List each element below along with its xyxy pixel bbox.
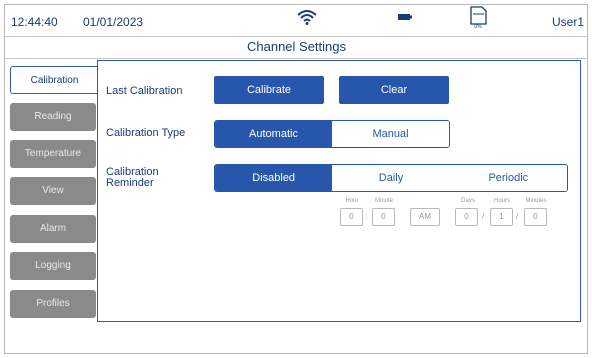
calibrate-button[interactable]: Calibrate [214,76,324,104]
page-title: Channel Settings [5,36,588,59]
hours-label: Hours [493,198,510,204]
ampm-field[interactable]: AM [410,208,440,226]
hour-label: Hour [345,198,359,204]
reminder-daily[interactable]: Daily [332,165,450,191]
clock-date: 01/01/2023 [83,15,144,29]
user-name[interactable]: User1 [552,15,584,29]
tab-profiles[interactable]: Profiles [10,290,96,318]
tab-logging[interactable]: Logging [10,252,96,280]
calibration-reminder-label-line2: Reminder [106,177,154,189]
calibration-type-manual[interactable]: Manual [332,121,449,147]
battery-icon [398,14,412,20]
calibration-type-label: Calibration Type [106,127,186,139]
tab-reading[interactable]: Reading [10,103,96,131]
calibration-type-automatic[interactable]: Automatic [215,121,332,147]
last-calibration-label: Last Calibration [106,85,183,97]
minutes-field[interactable]: 0 [524,208,547,226]
minute-field[interactable]: 0 [372,208,395,226]
hours-field[interactable]: 1 [490,208,513,226]
tab-calibration[interactable]: Calibration [10,66,98,94]
tab-view[interactable]: View [10,177,96,205]
calibration-type-toggle: Automatic Manual [214,120,450,148]
sd-card-icon [470,6,487,25]
tab-temperature[interactable]: Temperature [10,140,96,168]
minute-label: Minute [374,198,393,204]
calibration-reminder-toggle: Disabled Daily Periodic [214,164,568,192]
reminder-periodic[interactable]: Periodic [449,165,567,191]
hour-field[interactable]: 0 [340,208,363,226]
tab-alarm[interactable]: Alarm [10,215,96,243]
clear-button[interactable]: Clear [339,76,449,104]
days-field[interactable]: 0 [455,208,478,226]
time-separator: : [365,212,368,221]
storage-percent: 0% [474,24,482,30]
days-label: Days [461,198,475,204]
days-hours-separator: / [482,212,485,221]
minutes-label: Minutes [525,198,547,204]
clock-time: 12:44:40 [11,15,58,29]
wifi-icon [297,10,317,25]
hours-minutes-separator: / [516,212,519,221]
reminder-disabled[interactable]: Disabled [215,165,333,191]
